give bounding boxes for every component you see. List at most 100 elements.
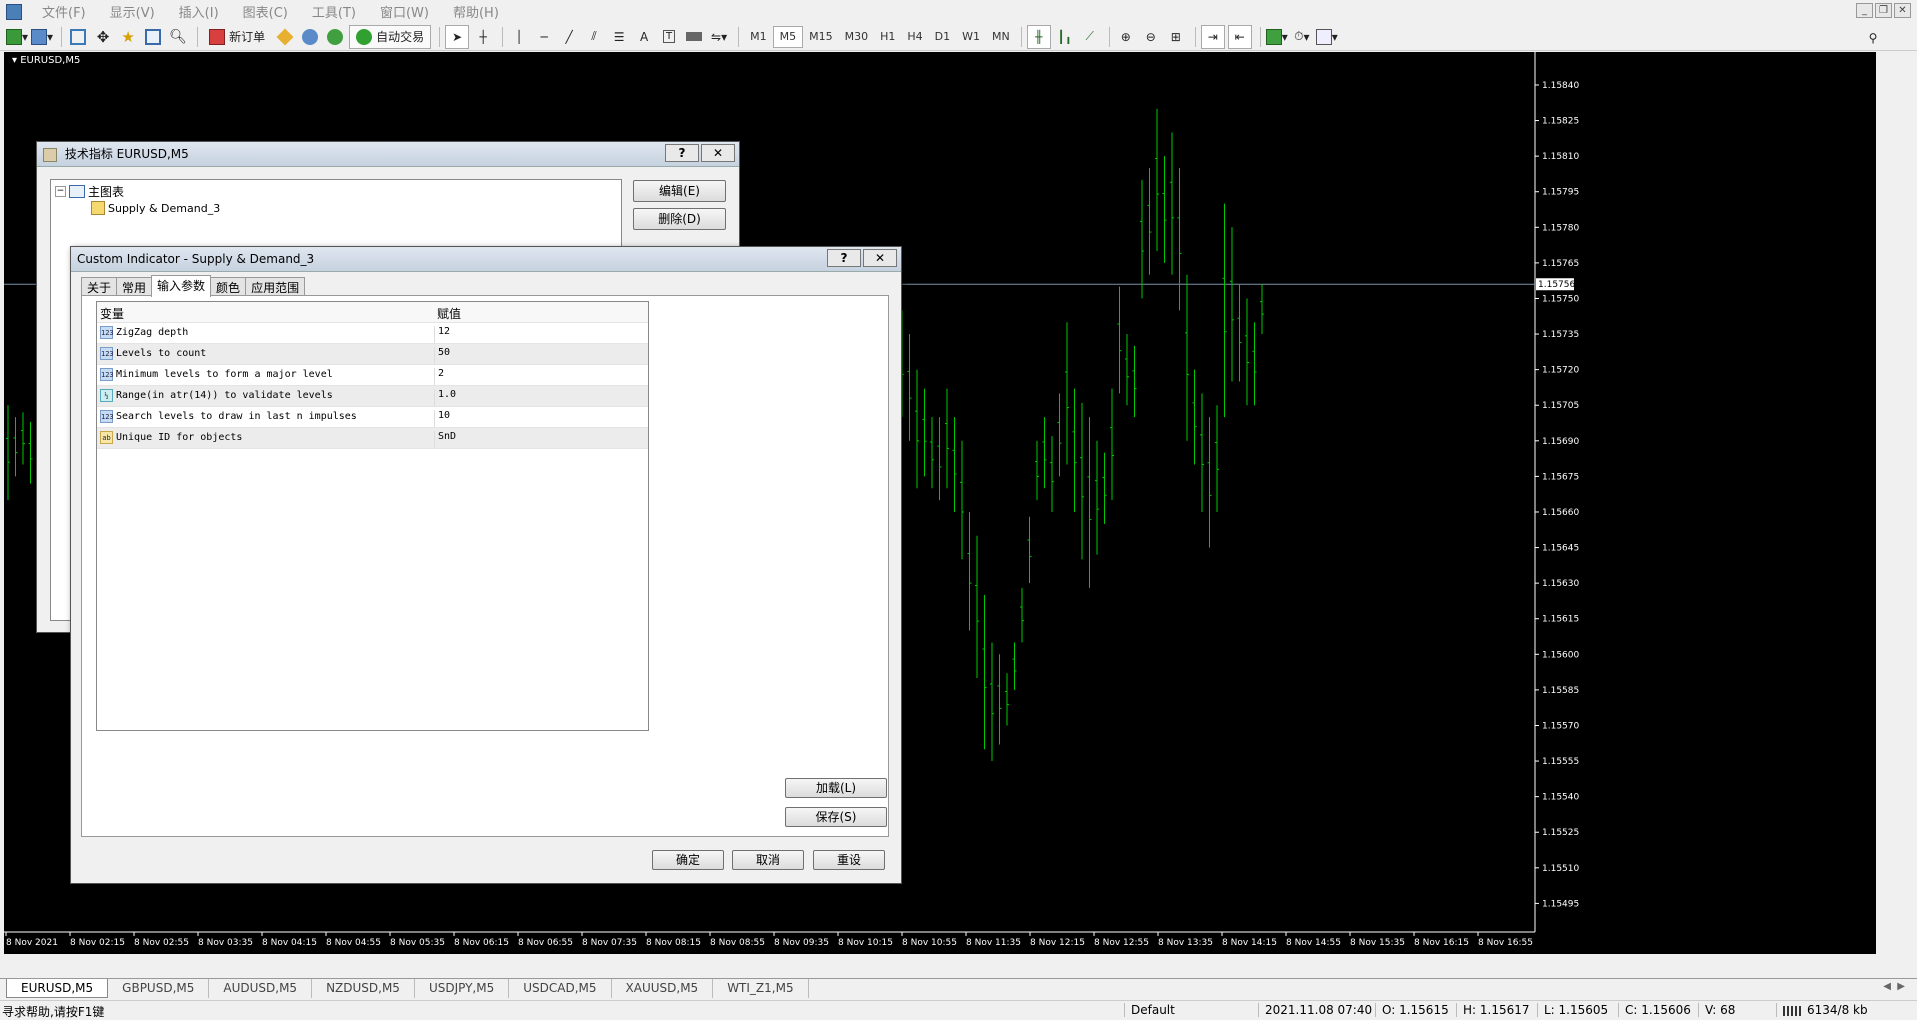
zoom-out-button[interactable]: ⊖ <box>1140 26 1162 48</box>
close-button[interactable]: ✕ <box>863 249 897 267</box>
symbol-tab-gbpusd[interactable]: GBPUSD,M5 <box>108 979 210 998</box>
ok-button[interactable]: 确定 <box>652 850 724 870</box>
tab-visualization[interactable]: 应用范围 <box>245 277 306 296</box>
tf-m5[interactable]: M5 <box>772 25 804 48</box>
new-order-button[interactable]: 新订单 <box>203 26 271 48</box>
symbol-tab-xauusd[interactable]: XAUUSD,M5 <box>612 979 714 998</box>
symbol-tab-usdjpy[interactable]: USDJPY,M5 <box>415 979 510 998</box>
fibonacci-button[interactable]: ☰ <box>608 26 630 48</box>
periods-button[interactable]: ⏱ ▾ <box>1291 26 1313 48</box>
reset-button[interactable]: 重设 <box>813 850 885 870</box>
menu-charts[interactable]: 图表(C) <box>231 2 300 21</box>
restore-icon[interactable]: ❐ <box>1875 3 1892 18</box>
line-chart-button[interactable]: ⟋ <box>1079 26 1101 48</box>
tab-scroll-left-icon[interactable]: ◀ <box>1883 981 1891 992</box>
tab-inputs[interactable]: 输入参数 <box>151 275 212 297</box>
trendline-button[interactable]: ╱ <box>558 26 580 48</box>
market-button[interactable] <box>324 26 346 48</box>
tab-colors[interactable]: 颜色 <box>210 277 247 296</box>
auto-scroll-button[interactable]: ⇥ <box>1200 24 1225 49</box>
param-row[interactable]: 123 Search levels to draw in last n impul… <box>97 407 648 428</box>
help-button[interactable]: ? <box>827 249 861 267</box>
symbol-tab-nzdusd[interactable]: NZDUSD,M5 <box>312 979 415 998</box>
param-value[interactable]: 10 <box>434 410 450 427</box>
menu-file[interactable]: 文件(F) <box>30 2 98 21</box>
edit-button[interactable]: 编辑(E) <box>633 180 726 202</box>
menu-view[interactable]: 显示(V) <box>98 2 167 21</box>
data-window-button[interactable]: ✥ <box>92 26 114 48</box>
strategy-tester-button[interactable]: 🔍︎ <box>167 26 189 48</box>
terminal-button[interactable] <box>142 26 164 48</box>
tf-m1[interactable]: M1 <box>744 27 773 47</box>
search-button[interactable]: ⚲ <box>1862 27 1884 49</box>
equidistant-channel-button[interactable]: ⫽ <box>583 26 605 48</box>
tab-about[interactable]: 关于 <box>81 277 118 296</box>
menu-tools[interactable]: 工具(T) <box>300 2 368 21</box>
param-value[interactable]: 2 <box>434 368 444 385</box>
symbol-tab-usdcad[interactable]: USDCAD,M5 <box>509 979 612 998</box>
arrows-button[interactable] <box>683 26 705 48</box>
tab-common[interactable]: 常用 <box>116 277 153 296</box>
chart-shift-button[interactable]: ⇤ <box>1227 24 1252 49</box>
text-button[interactable]: A <box>633 26 655 48</box>
bar-chart-button[interactable]: ╫ <box>1026 24 1051 49</box>
help-button[interactable]: ? <box>665 144 699 162</box>
param-row[interactable]: 123 ZigZag depth 12 <box>97 323 648 344</box>
tf-w1[interactable]: W1 <box>956 27 986 47</box>
new-chart-button[interactable]: ▾ <box>6 26 28 48</box>
close-icon[interactable]: ✕ <box>1894 3 1911 18</box>
param-value[interactable]: 12 <box>434 326 450 343</box>
timeframe-bar: M1 M5 M15 M30 H1 H4 D1 W1 MN <box>744 25 1016 48</box>
menu-insert[interactable]: 插入(I) <box>167 2 231 21</box>
tf-d1[interactable]: D1 <box>929 27 956 47</box>
zoom-in-button[interactable]: ⊕ <box>1115 26 1137 48</box>
trendline-icon: ╱ <box>565 29 573 44</box>
save-button[interactable]: 保存(S) <box>785 807 887 827</box>
horizontal-line-button[interactable]: ─ <box>533 26 555 48</box>
metaeditor-button[interactable] <box>274 26 296 48</box>
tile-windows-button[interactable]: ⊞ <box>1165 26 1187 48</box>
param-row[interactable]: 123 Levels to count 50 <box>97 344 648 365</box>
tf-m15[interactable]: M15 <box>803 27 839 47</box>
navigator-button[interactable]: ★ <box>117 26 139 48</box>
delete-button[interactable]: 删除(D) <box>633 208 726 230</box>
symbol-tab-wti[interactable]: WTI_Z1,M5 <box>713 979 809 998</box>
menu-help[interactable]: 帮助(H) <box>441 2 511 21</box>
crosshair-icon: ┼ <box>479 29 487 44</box>
tree-item-indicator[interactable]: Supply & Demand_3 <box>91 201 220 215</box>
objects-button[interactable]: ⇋▾ <box>708 26 730 48</box>
param-value[interactable]: 1.0 <box>434 389 456 406</box>
tf-h4[interactable]: H4 <box>901 27 928 47</box>
vertical-line-button[interactable]: │ <box>508 26 530 48</box>
tree-item-main-chart[interactable]: − 主图表 <box>55 183 124 200</box>
param-value[interactable]: SnD <box>434 431 456 448</box>
param-row[interactable]: ab Unique ID for objects SnD <box>97 428 648 449</box>
cursor-button[interactable]: ➤ <box>445 24 470 49</box>
market-watch-button[interactable] <box>67 26 89 48</box>
menu-window[interactable]: 窗口(W) <box>368 2 441 21</box>
param-value[interactable]: 50 <box>434 347 450 364</box>
close-button[interactable]: ✕ <box>701 144 735 162</box>
templates-button[interactable]: ▾ <box>1315 26 1338 48</box>
auto-trading-button[interactable]: 自动交易 <box>349 24 432 49</box>
collapse-icon[interactable]: − <box>55 186 66 197</box>
symbol-tab-audusd[interactable]: AUDUSD,M5 <box>209 979 313 998</box>
tab-scroll-right-icon[interactable]: ▶ <box>1897 981 1905 992</box>
tf-h1[interactable]: H1 <box>874 27 901 47</box>
tf-m30[interactable]: M30 <box>839 27 875 47</box>
cancel-button[interactable]: 取消 <box>732 850 804 870</box>
load-button[interactable]: 加载(L) <box>785 778 887 798</box>
price-tick-label: 1.15495 <box>1542 899 1579 909</box>
minimize-icon[interactable]: _ <box>1856 3 1873 18</box>
param-row[interactable]: ½ Range(in atr(14)) to validate levels 1.… <box>97 386 648 407</box>
toolbar: ▾ ▾ ✥ ★ 🔍︎ 新订单 自动交易 ➤ ┼ │ ─ ╱ ⫽ ☰ A T ⇋▾… <box>0 23 1917 51</box>
candlestick-button[interactable]: ┃╻ <box>1054 26 1076 48</box>
symbol-tab-eurusd[interactable]: EURUSD,M5 <box>6 979 109 998</box>
param-row[interactable]: 123 Minimum levels to form a major level … <box>97 365 648 386</box>
signals-button[interactable] <box>299 26 321 48</box>
text-label-button[interactable]: T <box>658 26 680 48</box>
crosshair-button[interactable]: ┼ <box>472 26 494 48</box>
indicators-button[interactable]: ▾ <box>1265 26 1288 48</box>
profiles-button[interactable]: ▾ <box>31 26 53 48</box>
tf-mn[interactable]: MN <box>986 27 1016 47</box>
